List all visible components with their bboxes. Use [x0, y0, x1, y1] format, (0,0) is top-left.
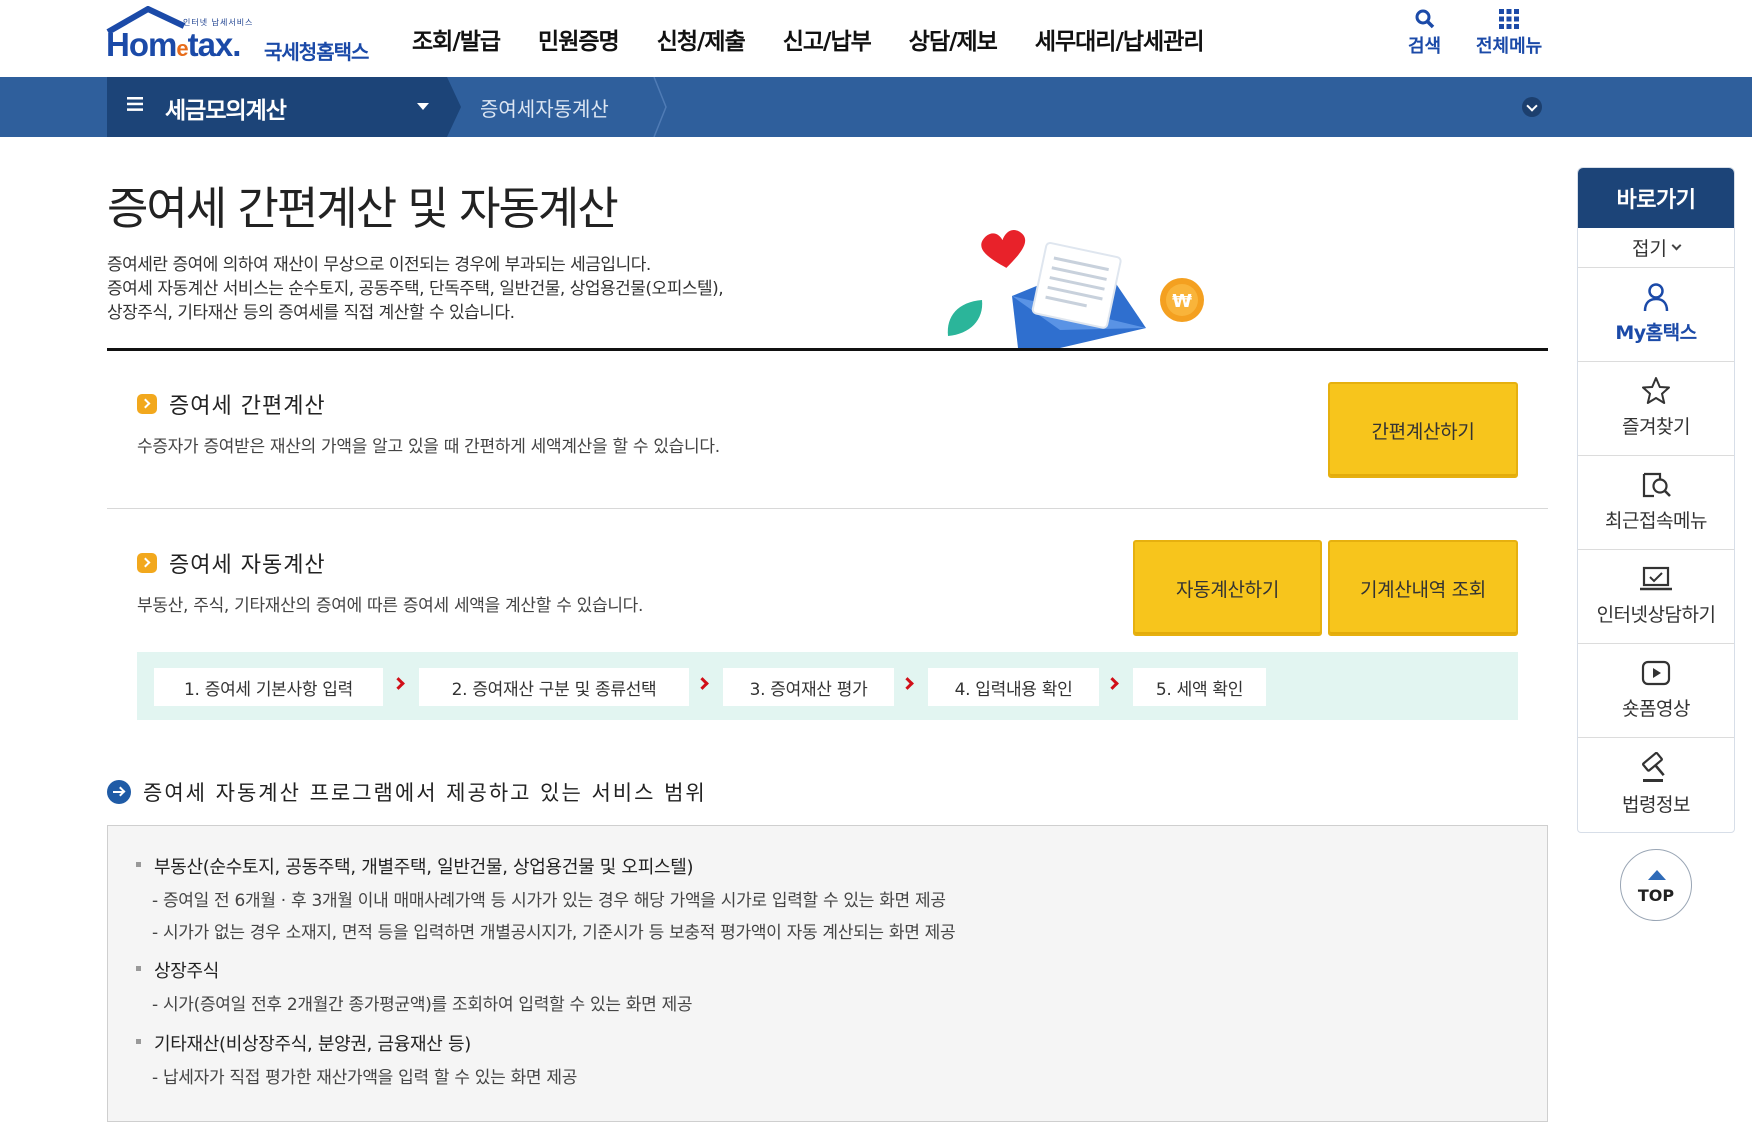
quick-item-law[interactable]: 법령정보 [1578, 738, 1734, 832]
breadcrumb-separator [447, 77, 461, 137]
quick-menu-title: 바로가기 [1578, 168, 1734, 228]
quick-item-recent[interactable]: 최근접속메뉴 [1578, 456, 1734, 550]
scope-subitem: - 시가(증여일 전후 2개월간 종가평균액)를 조회하여 입력할 수 있는 화… [152, 995, 693, 1015]
logo-korean-name: 국세청홈택스 [264, 40, 369, 64]
star-icon [1642, 377, 1670, 404]
gnb-item-inquiry[interactable]: 조회/발급 [412, 22, 501, 56]
simple-calc-title: 증여세 간편계산 [169, 394, 326, 419]
simple-calc-desc: 수증자가 증여받은 재산의 가액을 알고 있을 때 간편하게 세액계산을 할 수… [137, 437, 720, 457]
play-video-icon [1641, 660, 1671, 686]
all-menu-button[interactable]: 전체메뉴 [1476, 8, 1542, 58]
scope-item: 기타재산(비상장주식, 분양권, 금융재산 등) [136, 1030, 471, 1056]
scope-subitem: - 시가가 없는 경우 소재지, 면적 등을 입력하면 개별공시지가, 기준시가… [152, 923, 956, 943]
simple-calc-section: 증여세 간편계산 수증자가 증여받은 재산의 가액을 알고 있을 때 간편하게 … [137, 388, 720, 457]
scope-item: 부동산(순수토지, 공동주택, 개별주택, 일반건물, 상업용건물 및 오피스텔… [135, 853, 694, 879]
svg-text:₩: ₩ [1172, 291, 1192, 312]
gnb-item-certificate[interactable]: 민원증명 [538, 22, 620, 56]
gift-tax-illustration-icon: ₩ [947, 230, 1204, 348]
quick-menu-fold-button[interactable]: 접기 [1578, 228, 1734, 268]
quick-item-favorites[interactable]: 즐겨찾기 [1578, 362, 1734, 456]
auto-calc-button[interactable]: 자동계산하기 [1133, 540, 1322, 636]
top-header: 인터넷 납세서비스 Hometax. 국세청홈택스 조회/발급 민원증명 신청/… [0, 0, 1752, 77]
gnb-item-report-pay[interactable]: 신고/납부 [783, 22, 872, 56]
step-item: 4. 입력내용 확인 [928, 668, 1099, 706]
scope-item: 상장주식 [135, 957, 219, 983]
location-bar: 세금모의계산 증여세자동계산 [0, 77, 1752, 137]
calc-history-button[interactable]: 기계산내역 조회 [1328, 540, 1518, 636]
chevron-right-icon [392, 677, 405, 690]
fold-label: 접기 [1632, 238, 1667, 260]
scope-subitem: - 증여일 전 6개월 · 후 3개월 이내 매매사례가액 등 시가가 있는 경… [152, 891, 946, 911]
step-item: 2. 증여재산 구분 및 종류선택 [419, 668, 689, 706]
quick-item-label: 인터넷상담하기 [1596, 604, 1716, 626]
section-divider [107, 508, 1548, 509]
page-intro: 증여세란 증여에 의하여 재산이 무상으로 이전되는 경우에 부과되는 세금입니… [107, 253, 724, 325]
auto-calc-desc: 부동산, 주식, 기타재산의 증여에 따른 증여세 세액을 계산할 수 있습니다… [137, 596, 644, 616]
logo-brand: Hometax. [106, 26, 241, 63]
quick-menu: 바로가기 접기 My홈택스 즐겨찾기 최근접속메뉴 인터넷상담하기 숏폼영상 법… [1577, 167, 1735, 833]
quick-item-shortform[interactable]: 숏폼영상 [1578, 644, 1734, 738]
chevron-bullet-icon [137, 553, 157, 573]
page-title: 증여세 간편계산 및 자동계산 [107, 182, 619, 235]
chevron-right-icon [1106, 677, 1119, 690]
search-button[interactable]: 검색 [1408, 8, 1441, 58]
quick-item-label: 즐겨찾기 [1622, 416, 1690, 438]
quick-item-online-consult[interactable]: 인터넷상담하기 [1578, 550, 1734, 644]
chevron-right-icon [901, 677, 914, 690]
hamburger-icon [127, 97, 143, 111]
auto-calc-section: 증여세 자동계산 부동산, 주식, 기타재산의 증여에 따른 증여세 세액을 계… [137, 547, 643, 616]
chevron-down-icon [1671, 240, 1682, 250]
scroll-top-button[interactable]: TOP [1620, 849, 1692, 921]
scope-heading: 증여세 자동계산 프로그램에서 제공하고 있는 서비스 범위 [107, 777, 707, 807]
chevron-bullet-icon [137, 394, 157, 414]
chevron-right-icon [696, 677, 709, 690]
calc-steps: 1. 증여세 기본사항 입력 2. 증여재산 구분 및 종류선택 3. 증여재산… [137, 652, 1518, 720]
search-label: 검색 [1408, 36, 1442, 57]
intro-line: 증여세 자동계산 서비스는 순수토지, 공동주택, 단독주택, 일반건물, 상업… [107, 279, 724, 299]
grid-menu-icon [1499, 9, 1520, 29]
scope-title: 증여세 자동계산 프로그램에서 제공하고 있는 서비스 범위 [143, 781, 707, 805]
arrow-circle-icon [107, 780, 131, 804]
auto-calc-title: 증여세 자동계산 [169, 553, 326, 578]
quick-item-label: My홈택스 [1615, 322, 1697, 344]
quick-item-my-hometax[interactable]: My홈택스 [1578, 268, 1734, 362]
step-item: 3. 증여재산 평가 [723, 668, 894, 706]
gnb-item-application[interactable]: 신청/제출 [657, 22, 746, 56]
gnb-item-consult[interactable]: 상담/제보 [909, 22, 998, 56]
caret-down-icon [417, 103, 429, 110]
person-icon [1643, 283, 1669, 312]
step-item: 5. 세액 확인 [1133, 668, 1266, 706]
title-divider [107, 348, 1548, 351]
breadcrumb-current[interactable]: 증여세자동계산 [480, 93, 609, 122]
scope-box: 부동산(순수토지, 공동주택, 개별주택, 일반건물, 상업용건물 및 오피스텔… [107, 825, 1548, 1122]
all-menu-label: 전체메뉴 [1476, 36, 1543, 57]
intro-line: 상장주식, 기타재산 등의 증여세를 직접 계산할 수 있습니다. [107, 303, 515, 323]
gnb-item-tax-agent[interactable]: 세무대리/납세관리 [1035, 22, 1205, 56]
chevron-down-circle-icon[interactable] [1522, 97, 1542, 117]
hometax-logo[interactable]: 인터넷 납세서비스 Hometax. 국세청홈택스 [106, 6, 386, 70]
quick-item-label: 숏폼영상 [1622, 698, 1690, 720]
gavel-icon [1641, 752, 1665, 782]
global-nav: 조회/발급 민원증명 신청/제출 신고/납부 상담/제보 세무대리/납세관리 [412, 22, 1242, 56]
breadcrumb-separator-icon [653, 77, 667, 137]
quick-item-label: 법령정보 [1622, 794, 1690, 816]
laptop-chat-icon [1640, 566, 1672, 591]
intro-line: 증여세란 증여에 의하여 재산이 무상으로 이전되는 경우에 부과되는 세금입니… [107, 255, 651, 275]
menu-dropdown[interactable]: 세금모의계산 [107, 77, 447, 137]
menu-dropdown-label: 세금모의계산 [165, 98, 287, 124]
search-icon [1415, 9, 1434, 29]
simple-calc-button[interactable]: 간편계산하기 [1328, 382, 1518, 478]
scope-subitem: - 납세자가 직접 평가한 재산가액을 입력 할 수 있는 화면 제공 [152, 1068, 578, 1088]
recent-search-icon [1642, 472, 1671, 498]
quick-item-label: 최근접속메뉴 [1605, 510, 1707, 532]
step-item: 1. 증여세 기본사항 입력 [154, 668, 383, 706]
